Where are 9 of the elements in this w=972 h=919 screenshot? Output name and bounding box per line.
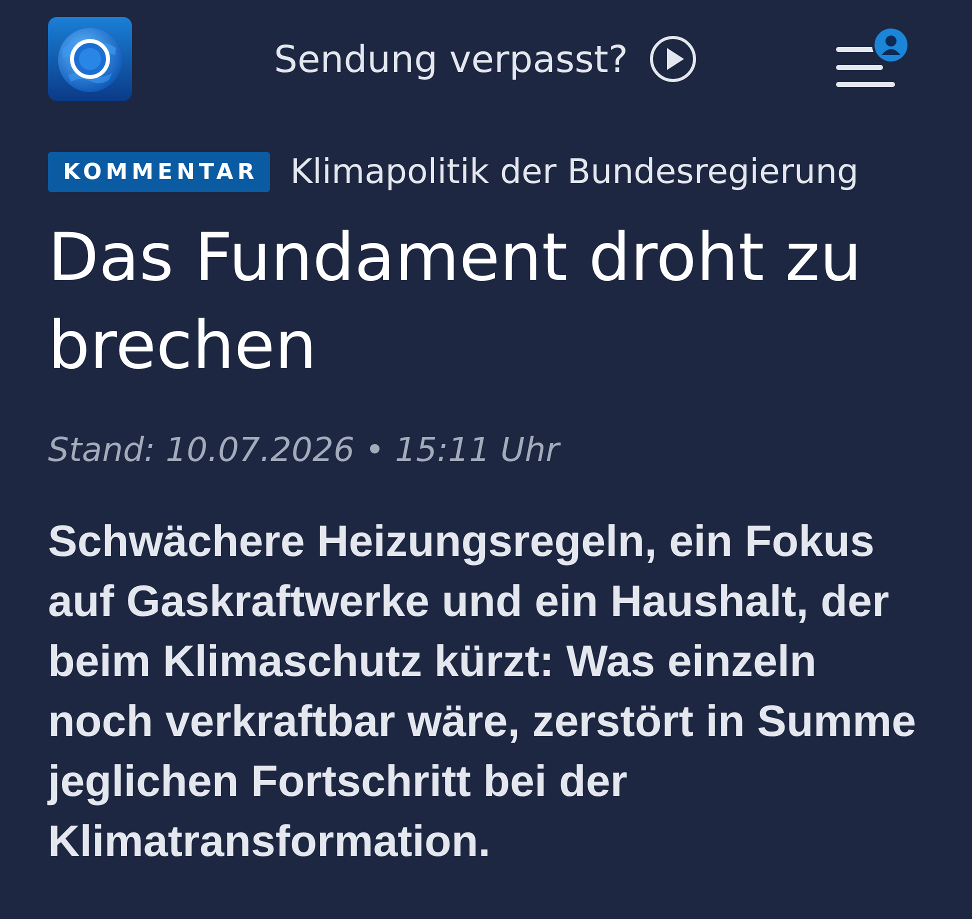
date-line: Stand: 10.07.2026 • 15:11 Uhr [48,430,562,470]
menu-user-icon[interactable] [836,26,910,88]
headline: Das Fundament droht zu brechen [48,218,863,386]
comment-tag: KOMMENTAR [48,152,270,192]
globe-logo-icon[interactable] [48,17,132,101]
lead-paragraph: Schwächere Heizungsregeln, ein Fokus auf Gaskraftwerke und ein Haushalt, der beim Klimaschutz kürzt: Was einzeln noch verkraftbar wäre, zerstört in Summe jeglichen Fortschritt bei der Klimatransformation. [48,516,918,868]
play-icon [650,36,696,82]
topline: Klimapolitik der Bundesregierung [290,152,859,192]
missed-show-link[interactable]: Sendung verpasst? [274,36,696,82]
